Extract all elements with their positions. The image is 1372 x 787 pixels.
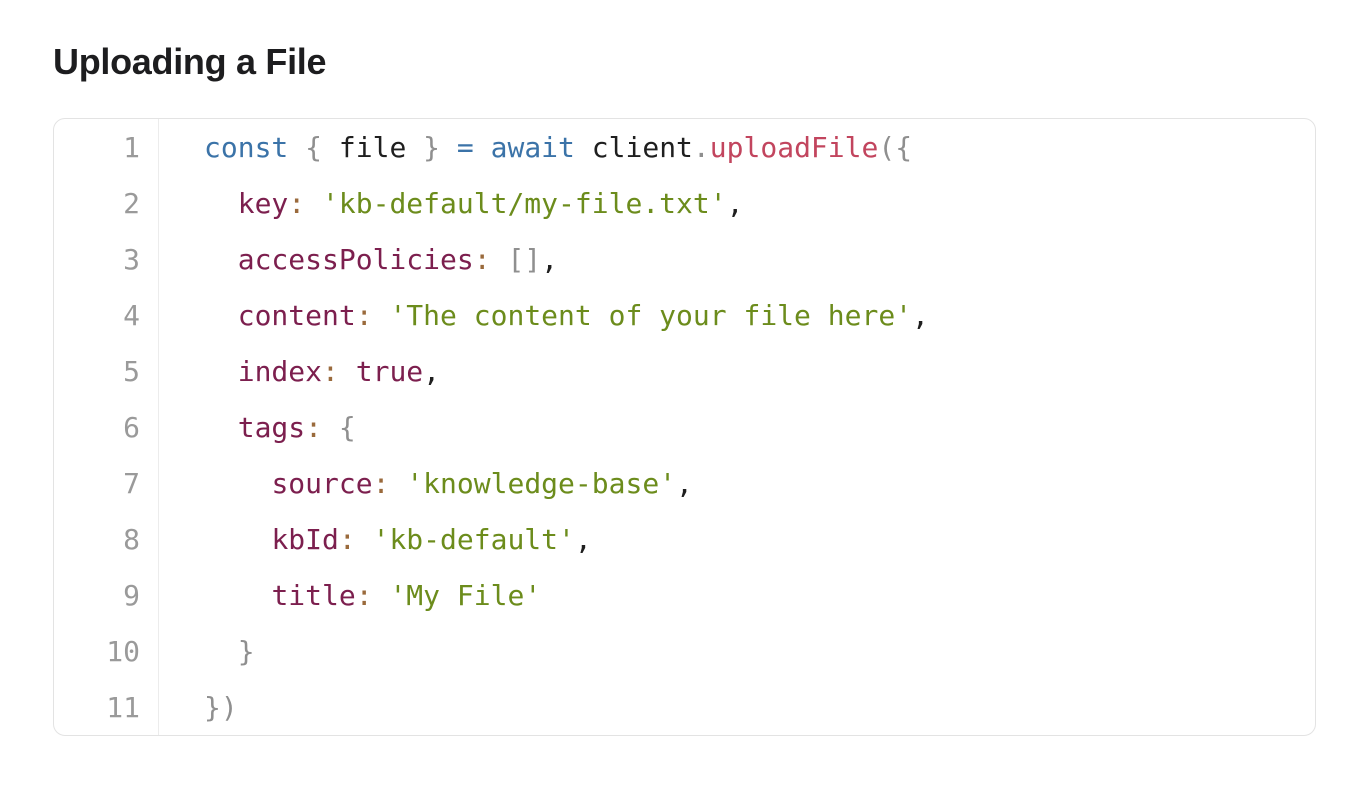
line-code: tags: { xyxy=(204,400,356,456)
code-token: index xyxy=(237,355,323,388)
code-token: : xyxy=(355,579,373,612)
code-block[interactable]: 1 const { file } = await client.uploadFil… xyxy=(53,118,1316,736)
code-token: : xyxy=(338,523,356,556)
code-token: : xyxy=(305,411,323,444)
line-number: 8 xyxy=(123,523,140,556)
line-number: 10 xyxy=(106,635,140,668)
code-token: 'The content of your file here' xyxy=(389,299,913,332)
line-code: }) xyxy=(204,680,238,735)
code-token: , xyxy=(423,355,441,388)
code-token: } xyxy=(237,635,255,668)
line-number: 6 xyxy=(123,411,140,444)
code-token: , xyxy=(541,243,559,276)
code-token: } xyxy=(423,131,441,164)
code-token: , xyxy=(912,299,929,332)
code-token: ({ xyxy=(878,131,913,164)
code-token: title xyxy=(271,579,356,612)
code-line: 3 accessPolicies: [], xyxy=(54,232,1315,288)
code-token: 'My File' xyxy=(389,579,542,612)
line-code: index: true, xyxy=(204,344,440,400)
code-token: }) xyxy=(204,691,238,724)
line-code: source: 'knowledge-base', xyxy=(204,456,693,512)
line-code: title: 'My File' xyxy=(204,568,541,624)
code-line: 9 title: 'My File' xyxy=(54,568,1315,624)
code-token: kbId xyxy=(271,523,339,556)
line-number: 11 xyxy=(106,691,140,724)
code-line: 7 source: 'knowledge-base', xyxy=(54,456,1315,512)
line-number: 5 xyxy=(123,355,140,388)
code-token: , xyxy=(574,523,592,556)
code-lines: 1 const { file } = await client.uploadFil… xyxy=(54,119,1315,735)
line-number: 3 xyxy=(123,243,140,276)
code-token: : xyxy=(355,299,373,332)
code-line: 11}) xyxy=(54,680,1315,735)
line-code: } xyxy=(204,624,255,680)
code-token: 'kb-default' xyxy=(372,523,575,556)
code-line: 10 } xyxy=(54,624,1315,680)
code-token: content xyxy=(237,299,356,332)
line-code: key: 'kb-default/my-file.txt', xyxy=(204,176,744,232)
code-line: 2 key: 'kb-default/my-file.txt', xyxy=(54,176,1315,232)
line-code: content: 'The content of your file here'… xyxy=(204,288,929,344)
line-number: 9 xyxy=(123,579,140,612)
code-token: : xyxy=(473,243,491,276)
code-line: 8 kbId: 'kb-default', xyxy=(54,512,1315,568)
code-token: { xyxy=(305,131,323,164)
code-token: file xyxy=(322,131,424,164)
code-token: key xyxy=(237,187,289,220)
code-token: await xyxy=(490,131,575,164)
line-number: 1 xyxy=(123,131,140,164)
code-token: tags xyxy=(237,411,306,444)
code-line: 4 content: 'The content of your file her… xyxy=(54,288,1315,344)
code-token: : xyxy=(322,355,339,388)
line-code: const { file } = await client.uploadFile… xyxy=(204,120,912,176)
code-token: accessPolicies xyxy=(237,243,474,276)
code-token: , xyxy=(676,467,693,500)
line-code: accessPolicies: [], xyxy=(204,232,558,288)
code-token: uploadFile xyxy=(709,131,879,164)
code-token: = xyxy=(456,131,474,164)
line-code: kbId: 'kb-default', xyxy=(204,512,592,568)
code-token: . xyxy=(692,131,710,164)
code-token: client xyxy=(574,131,693,164)
code-token: , xyxy=(726,187,744,220)
code-token: true xyxy=(355,355,424,388)
line-number: 4 xyxy=(123,299,140,332)
code-token: : xyxy=(288,187,306,220)
code-token: source xyxy=(271,467,373,500)
code-token: 'kb-default/my-file.txt' xyxy=(322,187,727,220)
code-line: 5 index: true, xyxy=(54,344,1315,400)
code-token: 'knowledge-base' xyxy=(406,467,677,500)
code-line: 1 const { file } = await client.uploadFil… xyxy=(54,120,1315,176)
line-number: 7 xyxy=(123,467,140,500)
page-title: Uploading a File xyxy=(53,41,327,82)
code-token: { xyxy=(338,411,356,444)
code-token: [] xyxy=(507,243,542,276)
line-number: 2 xyxy=(123,187,140,220)
code-token: const xyxy=(204,131,289,164)
code-token: : xyxy=(372,467,390,500)
code-line: 6 tags: { xyxy=(54,400,1315,456)
